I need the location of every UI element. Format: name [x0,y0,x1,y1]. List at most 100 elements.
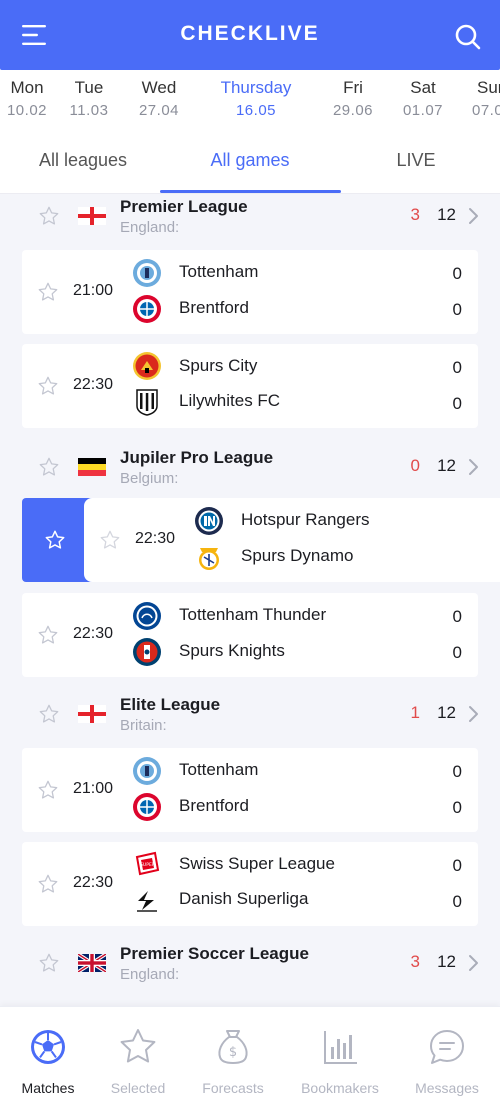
match-time: 22:30 [73,376,114,393]
home-score: 0 [452,607,462,626]
chat-bubble-icon [430,1030,464,1064]
live-count: 1 [410,703,420,722]
svg-text:SUPER: SUPER [140,862,155,868]
home-score: 0 [452,358,462,377]
uk-flag-icon [78,954,106,972]
star-icon[interactable] [38,205,60,227]
away-score: 0 [452,798,462,817]
match-card[interactable]: 22:30 Spurs City Lilywhites FC 0 0 [22,344,478,428]
away-team: Spurs Knights [179,641,285,660]
soccer-ball-icon [31,1030,65,1064]
nav-messages[interactable]: Messages [397,1027,497,1096]
date-day: Wed [141,78,177,97]
total-count: 12 [437,456,456,475]
league-name: Elite League [120,695,221,714]
league-header[interactable]: Premier Soccer League England: 3 12 [0,942,500,992]
away-score: 0 [452,300,462,319]
match-card-swiped[interactable]: 22:30 Hotspur Rangers Spurs Dynamo [84,498,500,582]
swiss-league-icon: SUPER [135,851,160,876]
match-time: 21:00 [73,780,114,797]
games-tabs: All leagues All games LIVE [0,126,500,194]
match-time: 22:30 [135,530,176,547]
match-card[interactable]: 21:00 Tottenham Brentford 0 0 [22,250,478,334]
date-item[interactable]: Sun 07.0 [451,78,500,119]
star-icon [120,1029,156,1063]
star-icon[interactable] [38,703,60,725]
chevron-right-icon[interactable] [467,207,479,225]
star-icon[interactable] [37,873,59,895]
date-item[interactable]: Tue 11.03 [49,78,129,119]
league-header[interactable]: Elite League Britain: 1 12 [0,693,500,743]
match-card[interactable]: 22:30 SUPER Swiss Super League Danish Su… [22,842,478,926]
chevron-right-icon[interactable] [467,458,479,476]
home-team: Swiss Super League [179,854,335,873]
league-country: England: [120,219,180,236]
tab-all-games[interactable]: All games [195,150,305,171]
svg-text:$: $ [229,1045,237,1060]
match-time: 21:00 [73,282,114,299]
date-value: 27.04 [138,102,180,119]
home-team: Tottenham Thunder [179,605,327,624]
match-time: 22:30 [73,874,114,891]
total-count: 12 [437,952,456,971]
star-icon[interactable] [99,529,121,551]
nav-matches[interactable]: Matches [0,1027,98,1096]
date-day: Tue [74,78,104,97]
home-team: Tottenham [179,760,259,779]
active-tab-indicator [160,190,341,193]
league-name: Jupiler Pro League [120,448,274,467]
nav-label: Forecasts [202,1080,264,1096]
manutd-crest-icon [133,352,161,380]
date-value: 29.06 [332,102,374,119]
league-header[interactable]: Jupiler Pro League Belgium: 0 12 [0,446,500,496]
chelsea-crest-icon [133,602,161,630]
juventus-crest-icon [136,389,158,416]
nav-label: Bookmakers [301,1080,379,1096]
chevron-right-icon[interactable] [467,705,479,723]
away-score: 0 [452,643,462,662]
match-time: 22:30 [73,625,114,642]
mancity-crest-icon [133,757,161,785]
date-day: Sun [477,78,500,97]
star-icon[interactable] [38,456,60,478]
date-item[interactable]: Wed 27.04 [119,78,199,119]
league-country: England: [120,966,180,983]
nav-bookmakers[interactable]: Bookmakers [290,1027,390,1096]
nav-selected[interactable]: Selected [88,1027,188,1096]
date-value: 16.05 [235,102,277,119]
away-team: Brentford [179,796,249,815]
league-country: Britain: [120,717,167,734]
belgium-flag-icon [78,458,106,476]
live-count: 0 [410,456,420,475]
home-team: Tottenham [179,262,259,281]
home-team: Spurs City [179,356,258,375]
chevron-right-icon[interactable] [467,954,479,972]
inter-crest-icon [195,507,223,535]
league-header[interactable]: Premier League England: 3 12 [0,195,500,245]
star-icon[interactable] [37,281,59,303]
england-flag-icon [78,207,106,225]
date-item[interactable]: Fri 29.06 [313,78,393,119]
away-score: 0 [452,892,462,911]
match-card[interactable]: 21:00 Tottenham Brentford 0 0 [22,748,478,832]
star-icon[interactable] [44,529,66,551]
league-name: Premier Soccer League [120,944,309,963]
bayern-crest-icon [133,793,161,821]
away-team: Brentford [179,298,249,317]
tab-all-leagues[interactable]: All leagues [28,150,138,171]
date-item-selected[interactable]: Thursday 16.05 [216,78,296,119]
home-score: 0 [452,762,462,781]
total-count: 12 [437,205,456,224]
search-icon[interactable] [455,24,481,50]
away-team: Lilywhites FC [179,391,281,410]
bayern-crest-icon [133,295,161,323]
star-icon[interactable] [37,375,59,397]
tab-live[interactable]: LIVE [380,150,452,171]
star-icon[interactable] [38,952,60,974]
date-selector: Mon 10.02 Tue 11.03 Wed 27.04 Thursday 1… [0,70,500,126]
star-icon[interactable] [37,779,59,801]
nav-forecasts[interactable]: $ Forecasts [183,1027,283,1096]
match-card[interactable]: 22:30 Tottenham Thunder Spurs Knights 0 … [22,593,478,677]
bottom-navigation: Matches Selected $ Forecasts Bookmakers … [0,1006,500,1100]
star-icon[interactable] [37,624,59,646]
